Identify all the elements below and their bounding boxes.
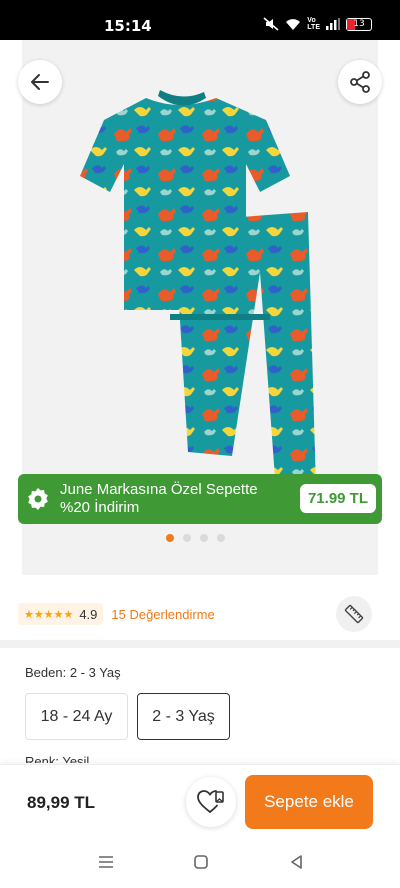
back-button[interactable] xyxy=(18,60,62,104)
add-to-cart-button[interactable]: Sepete ekle xyxy=(245,775,373,829)
share-button[interactable] xyxy=(338,60,382,104)
share-icon xyxy=(350,71,370,93)
rating-row[interactable]: ★★★★★ 4.9 15 Değerlendirme xyxy=(18,602,215,626)
section-divider xyxy=(0,640,400,648)
back-arrow-icon xyxy=(31,74,49,90)
reviews-link[interactable]: 15 Değerlendirme xyxy=(111,607,214,622)
discount-badge-icon xyxy=(28,488,48,510)
rating-stars: ★★★★★ xyxy=(24,607,74,621)
bottom-action-bar: 89,99 TL Sepete ekle xyxy=(0,764,400,840)
promo-price: 71.99 TL xyxy=(299,484,376,513)
promo-text: June Markasına Özel Sepette %20 İndirim xyxy=(60,481,258,516)
carousel-dot[interactable] xyxy=(183,534,191,542)
signal-icon xyxy=(326,18,340,30)
status-icons: Vo LTE 13 xyxy=(263,17,372,31)
mute-icon xyxy=(263,17,279,31)
carousel-dot[interactable] xyxy=(166,534,174,542)
system-nav-bar xyxy=(0,840,400,888)
battery-icon: 13 xyxy=(346,17,372,31)
back-nav-icon[interactable] xyxy=(289,854,305,870)
color-label: Renk: Yeşil xyxy=(25,754,90,763)
carousel-dots xyxy=(166,534,225,542)
rating-score: 4.9 xyxy=(79,606,98,622)
status-time: 15:14 xyxy=(104,17,152,35)
size-option-2-3-yas[interactable]: 2 - 3 Yaş xyxy=(137,693,230,740)
battery-level: 13 xyxy=(353,18,365,29)
promo-banner[interactable]: June Markasına Özel Sepette %20 İndirim … xyxy=(18,474,382,524)
product-price: 89,99 TL xyxy=(27,793,96,812)
heart-collection-icon xyxy=(197,790,224,813)
rating-chip: ★★★★★ 4.9 xyxy=(18,603,104,625)
home-icon[interactable] xyxy=(193,854,209,870)
carousel-dot[interactable] xyxy=(217,534,225,542)
carousel-dot[interactable] xyxy=(200,534,208,542)
status-bar: 15:14 Vo LTE 13 xyxy=(0,0,400,40)
size-chart-button[interactable] xyxy=(336,596,372,632)
ruler-icon xyxy=(344,604,364,624)
size-label: Beden: 2 - 3 Yaş xyxy=(25,665,121,680)
favorite-button[interactable] xyxy=(186,777,236,827)
wifi-icon xyxy=(286,18,301,30)
size-option-18-24-ay[interactable]: 18 - 24 Ay xyxy=(25,693,128,740)
menu-icon[interactable] xyxy=(97,854,115,870)
product-image-carousel[interactable]: June Markasına Özel Sepette %20 İndirim … xyxy=(0,40,400,575)
volte-icon: Vo LTE xyxy=(307,17,320,31)
